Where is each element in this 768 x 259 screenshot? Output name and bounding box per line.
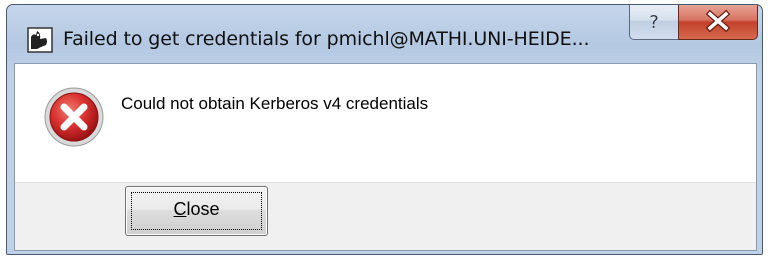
dialog-window: Failed to get credentials for pmichl@MAT… <box>6 4 763 255</box>
close-button[interactable]: Close <box>125 186 268 236</box>
window-title: Failed to get credentials for pmichl@MAT… <box>63 28 590 50</box>
app-icon <box>27 27 53 53</box>
error-message: Could not obtain Kerberos v4 credentials <box>121 94 429 113</box>
mnemonic-underline: C <box>173 199 187 219</box>
close-x-icon <box>705 9 731 33</box>
help-button[interactable]: ? <box>629 5 679 40</box>
svg-text:?: ? <box>649 12 659 33</box>
title-bar[interactable]: Failed to get credentials for pmichl@MAT… <box>7 5 762 63</box>
close-button-label: Close <box>126 199 267 220</box>
dialog-content: Could not obtain Kerberos v4 credentials… <box>14 63 757 251</box>
window-close-button[interactable] <box>678 5 758 40</box>
error-icon <box>44 87 104 147</box>
question-mark-icon: ? <box>649 12 659 34</box>
close-button-label-rest: lose <box>186 199 220 219</box>
